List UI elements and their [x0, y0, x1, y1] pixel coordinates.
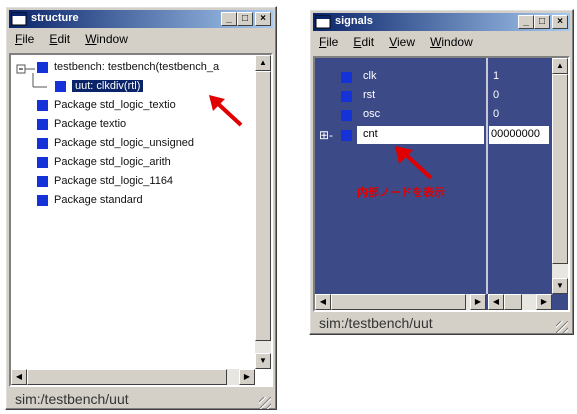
structure-tree-panel: testbench: testbench(testbench_a uut: cl…	[9, 53, 273, 387]
scroll-right-button[interactable]: ▶	[239, 369, 255, 385]
minimize-button[interactable]: _	[518, 15, 534, 29]
signal-name: cnt	[363, 128, 378, 140]
scroll-down-button[interactable]: ▼	[552, 278, 568, 294]
selected-value-cell: 00000000	[489, 126, 549, 144]
signal-name: rst	[363, 89, 376, 101]
scroll-thumb[interactable]	[504, 294, 522, 310]
menu-file[interactable]: File	[313, 33, 344, 51]
minimize-button[interactable]: _	[221, 12, 237, 26]
package-icon	[37, 137, 48, 149]
signal-value: 0	[493, 108, 500, 120]
menu-edit[interactable]: Edit	[43, 30, 76, 48]
package-icon	[37, 118, 48, 130]
scroll-thumb[interactable]	[331, 294, 466, 310]
close-button[interactable]: ×	[255, 12, 271, 26]
resize-grip-icon[interactable]	[556, 321, 568, 333]
signal-name: osc	[363, 108, 381, 120]
package-icon	[37, 99, 48, 111]
status-bar: sim:/testbench/uut	[9, 389, 273, 411]
signal-icon	[341, 110, 352, 121]
tree-item-testbench[interactable]: testbench: testbench(testbench_a	[37, 61, 219, 79]
status-path: sim:/testbench/uut	[15, 391, 129, 407]
scroll-down-button[interactable]: ▼	[255, 353, 271, 369]
scroll-left-button[interactable]: ◀	[11, 369, 27, 385]
scroll-left-button[interactable]: ◀	[315, 294, 331, 310]
scroll-left-button[interactable]: ◀	[488, 294, 504, 310]
scroll-up-button[interactable]: ▲	[552, 58, 568, 74]
signal-icon	[341, 72, 352, 83]
annotation-label: 内部ノードを表示	[357, 187, 445, 199]
tree-item-package[interactable]: Package std_logic_unsigned	[37, 137, 194, 155]
structure-window: structure _ □ × File Edit Window testben…	[5, 6, 277, 410]
signal-value: 0	[493, 89, 500, 101]
scroll-right-button[interactable]: ▶	[470, 294, 486, 310]
menubar: File Edit View Window	[313, 33, 570, 51]
red-arrow-icon	[395, 146, 433, 180]
horizontal-scrollbar[interactable]: ◀ ▶	[11, 369, 255, 385]
status-path: sim:/testbench/uut	[319, 315, 433, 331]
tree-item-package[interactable]: Package std_logic_textio	[37, 99, 176, 117]
scroll-thumb[interactable]	[552, 74, 568, 264]
signal-row[interactable]: osc 0	[315, 106, 568, 125]
vertical-scrollbar[interactable]: ▲ ▼	[552, 58, 568, 294]
status-bar: sim:/testbench/uut	[313, 313, 570, 335]
tree-item-uut[interactable]: uut: clkdiv(rtl)	[55, 80, 144, 98]
app-icon	[11, 12, 27, 26]
signal-icon	[341, 91, 352, 102]
signals-window: signals _ □ × File Edit View Window clk …	[309, 9, 574, 335]
maximize-button[interactable]: □	[237, 12, 253, 26]
package-icon	[37, 175, 48, 187]
structure-titlebar[interactable]: structure _ □ ×	[9, 10, 273, 28]
menu-window[interactable]: Window	[424, 33, 479, 51]
resize-grip-icon[interactable]	[259, 397, 271, 409]
scroll-thumb[interactable]	[27, 369, 227, 385]
window-title: signals	[335, 15, 373, 27]
horizontal-scrollbar-names[interactable]: ◀ ▶	[315, 294, 486, 310]
instance-icon	[37, 61, 48, 73]
app-icon	[315, 15, 331, 29]
menu-edit[interactable]: Edit	[347, 33, 380, 51]
scroll-thumb[interactable]	[255, 71, 271, 341]
maximize-button[interactable]: □	[534, 15, 550, 29]
horizontal-scrollbar-values[interactable]: ◀ ▶	[488, 294, 552, 310]
signal-value: 1	[493, 70, 500, 82]
package-icon	[37, 194, 48, 206]
tree-item-package[interactable]: Package textio	[37, 118, 126, 136]
tree-item-package[interactable]: Package std_logic_1164	[37, 175, 173, 193]
signals-titlebar[interactable]: signals _ □ ×	[313, 13, 570, 31]
menu-file[interactable]: File	[9, 30, 40, 48]
scroll-up-button[interactable]: ▲	[255, 55, 271, 71]
signal-row[interactable]: clk 1	[315, 68, 568, 87]
tree-item-package[interactable]: Package std_logic_arith	[37, 156, 171, 174]
expand-toggle-icon[interactable]: ⊞-	[319, 128, 333, 142]
package-icon	[37, 156, 48, 168]
signal-icon	[341, 130, 352, 141]
red-arrow-icon	[209, 95, 243, 127]
tree-item-package[interactable]: Package standard	[37, 194, 143, 212]
scroll-right-button[interactable]: ▶	[536, 294, 552, 310]
instance-icon	[55, 80, 66, 92]
menu-view[interactable]: View	[383, 33, 421, 51]
signal-value: 00000000	[491, 128, 540, 140]
window-title: structure	[31, 12, 79, 24]
signals-list-panel: clk 1 rst 0 osc 0 ⊞- cnt 00000000 内部ノードを…	[313, 56, 570, 312]
signal-name: clk	[363, 70, 377, 82]
signal-row[interactable]: rst 0	[315, 87, 568, 106]
menubar: File Edit Window	[9, 30, 273, 48]
signal-row-selected[interactable]: ⊞- cnt 00000000	[315, 126, 568, 145]
vertical-scrollbar[interactable]: ▲ ▼	[255, 55, 271, 369]
close-button[interactable]: ×	[552, 15, 568, 29]
menu-window[interactable]: Window	[79, 30, 134, 48]
